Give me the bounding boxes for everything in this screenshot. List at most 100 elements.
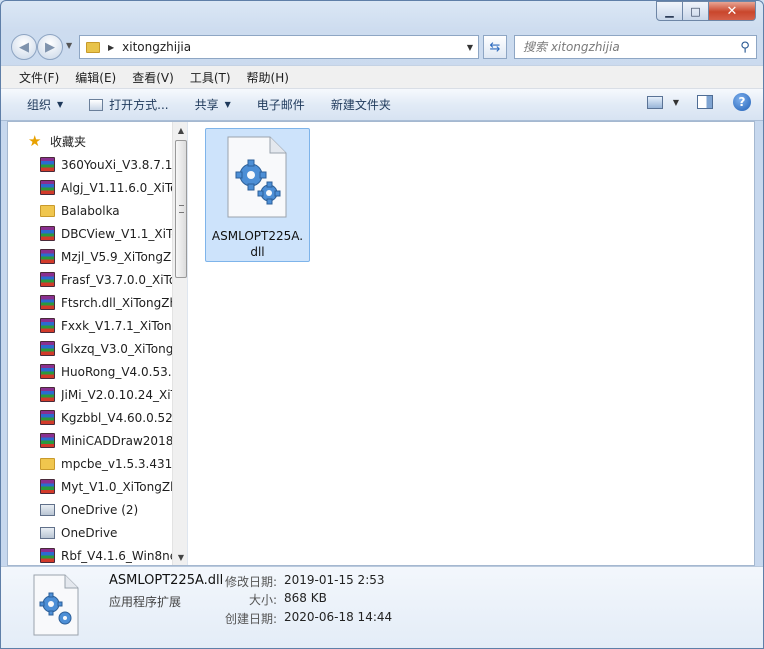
navigation-row: ◀ ▶ ▼ ▶ xitongzhijia ▼ ⇆ ⚲ (9, 31, 757, 61)
command-bar: 组织 ▼ 打开方式... 共享 ▼ 电子邮件 新建文件夹 ▼ ? (1, 89, 763, 121)
arrow-up-icon: ▲ (177, 125, 185, 135)
menu-edit[interactable]: 编辑(E) (69, 69, 122, 86)
nav-item[interactable]: OneDrive (8, 521, 172, 544)
dll-gear-icon (227, 136, 287, 218)
nav-item-label: Rbf_V4.1.6_Win8net (61, 548, 172, 563)
back-button[interactable]: ◀ (11, 34, 37, 60)
nav-item-label: JiMi_V2.0.10.24_XiT (61, 387, 172, 402)
breadcrumb-arrow-icon[interactable]: ▶ (108, 43, 114, 52)
nav-item[interactable]: OneDrive (2) (8, 498, 172, 521)
drive-icon (40, 526, 55, 539)
search-box[interactable]: ⚲ (514, 35, 757, 59)
menu-file[interactable]: 文件(F) (13, 69, 65, 86)
view-options-dropdown[interactable]: ▼ (673, 98, 679, 107)
modified-date-label: 修改日期: (224, 575, 277, 589)
created-date-label: 创建日期: (224, 612, 277, 626)
menu-bar: 文件(F) 编辑(E) 查看(V) 工具(T) 帮助(H) (1, 65, 763, 89)
nav-item[interactable]: Algj_V1.11.6.0_XiTo (8, 176, 172, 199)
nav-item[interactable]: Frasf_V3.7.0.0_XiTo (8, 268, 172, 291)
forward-button[interactable]: ▶ (37, 34, 63, 60)
organize-label: 组织 (27, 98, 52, 112)
nav-item[interactable]: Mzjl_V5.9_XiTongZh (8, 245, 172, 268)
rar-archive-icon (40, 364, 55, 379)
open-with-icon (89, 98, 104, 111)
scroll-down-button[interactable]: ▼ (173, 549, 187, 565)
drive-icon (40, 503, 55, 516)
nav-item-label: OneDrive (61, 525, 118, 540)
new-folder-button[interactable]: 新建文件夹 (323, 93, 399, 117)
favorites-label: 收藏夹 (50, 134, 87, 149)
search-icon[interactable]: ⚲ (734, 40, 756, 55)
breadcrumb-current[interactable]: xitongzhijia (122, 40, 462, 54)
maximize-button[interactable]: □ (683, 1, 709, 21)
nav-item[interactable]: Glxzq_V3.0_XiTong (8, 337, 172, 360)
organize-button[interactable]: 组织 ▼ (19, 93, 71, 117)
arrow-right-icon: ▶ (45, 39, 55, 55)
help-icon[interactable]: ? (733, 93, 751, 111)
menu-tools[interactable]: 工具(T) (184, 69, 237, 86)
navigation-pane: ★ 收藏夹 360YouXi_V3.8.7.10 Algj_V1.11.6.0_X… (8, 122, 188, 565)
rar-archive-icon (40, 410, 55, 425)
rar-archive-icon (40, 180, 55, 195)
refresh-icon: ⇆ (489, 39, 501, 55)
details-pane: ASMLOPT225A.dll 应用程序扩展 修改日期: 2019-01-15 … (1, 566, 763, 648)
close-button[interactable]: ✕ (709, 1, 756, 21)
menu-view[interactable]: 查看(V) (126, 69, 180, 86)
rar-archive-icon (40, 272, 55, 287)
dll-gear-icon (33, 574, 79, 636)
nav-item[interactable]: Fxxk_V1.7.1_XiTong (8, 314, 172, 337)
nav-item[interactable]: Kgzbbl_V4.60.0.520 (8, 406, 172, 429)
open-with-label: 打开方式... (109, 98, 169, 112)
search-input[interactable] (523, 40, 734, 54)
modified-date-value[interactable]: 2019-01-15 2:53 (284, 573, 385, 587)
preview-pane-icon[interactable] (697, 95, 713, 109)
share-button[interactable]: 共享 ▼ (187, 93, 239, 117)
nav-item[interactable]: Ftsrch.dll_XiTongZh (8, 291, 172, 314)
nav-item[interactable]: JiMi_V2.0.10.24_XiT (8, 383, 172, 406)
address-dropdown-icon[interactable]: ▼ (462, 43, 478, 52)
file-name-line1: ASMLOPT225A. (211, 229, 304, 243)
created-date-value[interactable]: 2020-06-18 14:44 (284, 610, 392, 624)
rar-archive-icon (40, 157, 55, 172)
caption-buttons: ▁ □ ✕ (656, 1, 756, 21)
nav-item[interactable]: mpcbe_v1.5.3.4312 (8, 452, 172, 475)
scroll-up-button[interactable]: ▲ (173, 122, 187, 138)
nav-item[interactable]: HuoRong_V4.0.53.6 (8, 360, 172, 383)
nav-item-label: Algj_V1.11.6.0_XiTo (61, 180, 172, 195)
favorites-node[interactable]: ★ 收藏夹 (8, 130, 172, 152)
nav-item[interactable]: Rbf_V4.1.6_Win8net (8, 544, 172, 565)
minimize-button[interactable]: ▁ (656, 1, 683, 21)
nav-item[interactable]: MiniCADDraw2018 (8, 429, 172, 452)
address-bar[interactable]: ▶ xitongzhijia ▼ (79, 35, 479, 59)
file-item[interactable]: ASMLOPT225A. dll (205, 128, 310, 262)
open-with-button[interactable]: 打开方式... (81, 93, 176, 117)
nav-item-label: mpcbe_v1.5.3.4312 (61, 456, 172, 471)
nav-item-label: HuoRong_V4.0.53.6 (61, 364, 172, 379)
email-button[interactable]: 电子邮件 (249, 93, 313, 117)
size-value: 868 KB (284, 591, 327, 605)
nav-item[interactable]: DBCView_V1.1_XiTo (8, 222, 172, 245)
rar-archive-icon (40, 341, 55, 356)
rar-archive-icon (40, 548, 55, 563)
view-controls: ▼ ? (646, 93, 751, 111)
arrow-down-icon: ▼ (177, 552, 185, 562)
nav-item-label: MiniCADDraw2018 (61, 433, 172, 448)
folder-icon (40, 204, 55, 217)
nav-item[interactable]: 360YouXi_V3.8.7.10 (8, 153, 172, 176)
nav-item[interactable]: Myt_V1.0_XiTongZh (8, 475, 172, 498)
rar-archive-icon (40, 387, 55, 402)
explorer-window: ▁ □ ✕ ◀ ▶ ▼ ▶ xitongzhijia ▼ ⇆ ⚲ 文件(F) 编… (0, 0, 764, 649)
refresh-button[interactable]: ⇆ (483, 35, 507, 59)
nav-scrollbar[interactable]: ▲ ▼ (172, 122, 187, 565)
nav-item[interactable]: Balabolka (8, 199, 172, 222)
change-view-icon[interactable] (646, 95, 663, 109)
scroll-thumb[interactable] (175, 140, 187, 278)
menu-help[interactable]: 帮助(H) (241, 69, 295, 86)
grip-icon (179, 205, 184, 213)
nav-item-label: 360YouXi_V3.8.7.10 (61, 157, 172, 172)
folder-icon (40, 457, 55, 470)
file-name-line2: dll (250, 245, 265, 259)
email-label: 电子邮件 (256, 98, 305, 112)
chevron-down-icon: ▼ (224, 100, 231, 109)
recent-pages-dropdown[interactable]: ▼ (66, 41, 72, 50)
